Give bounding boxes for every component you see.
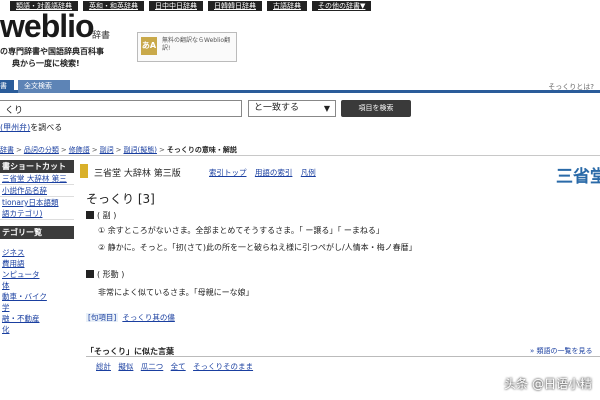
similar-words-list: 総計 擬似 瓜二つ 全て そっくりそのまま [96,361,258,372]
similar-word-link[interactable]: 擬似 [118,362,133,371]
related-phrase-link[interactable]: そっくり其の儘 [122,313,175,322]
related-phrase-label: [句項目] [86,313,119,322]
similar-words-more-link[interactable]: » 類語の一覧を見る [530,346,593,356]
publisher-logo[interactable]: 三省堂 [556,162,600,187]
sidebar-item-body[interactable]: 体 [0,280,74,291]
similar-word-link[interactable]: 全て [171,362,186,371]
tagline-line-1: の専門辞書や国語辞典百科事 [0,47,104,56]
match-mode-value: と一致する [254,103,300,113]
search-input[interactable]: くり [0,100,242,117]
suggestion-text: を調べる [30,123,63,132]
sidebar-item-computer[interactable]: ンピュータ [0,269,74,280]
sidebar-item-business[interactable]: ジネス [0,247,74,258]
translate-banner[interactable]: あA 無料の翻訳ならWeblio翻訳! [137,32,237,62]
dictionary-title: 三省堂 大辞林 第三版 [94,169,181,179]
about-link[interactable]: そっくりとは? [548,82,594,92]
tab-fulltext[interactable]: 全文検索 [18,80,70,93]
sidebar-item-novels[interactable]: 小説作品名辞 [0,185,74,197]
breadcrumb-dictionary[interactable]: 辞書 [0,146,14,154]
breadcrumb-pos[interactable]: 品詞の分類 [24,146,59,154]
dictionary-marker [80,164,88,178]
sidebar-category-heading: テゴリー覧 [0,226,74,239]
translate-text: 無料の翻訳ならWeblio翻訳! [162,37,231,52]
section-adjectival-verb: ( 形動 ) [86,269,124,280]
sidebar-item-culture[interactable]: 化 [0,324,74,335]
dictionary-header: 三省堂 大辞林 第三版 索引トップ 用語の索引 凡例 三省堂 [80,162,600,187]
search-button[interactable]: 項目を検索 [341,100,411,117]
site-logo-sub: 辞書 [92,31,111,41]
nav-tab-korean[interactable]: 日韓韓日辞典 [208,1,262,11]
nav-tab-classical[interactable]: 古語辞典 [267,1,307,11]
definition-1: ① 余すところがないさま。全部まとめてそうするさま。「 ー譲る」「 ーまねる」 [98,226,384,235]
square-bullet-icon [86,270,94,278]
sidebar-item-thesaurus[interactable]: tionary日本語類 [0,197,74,208]
nav-tab-chinese[interactable]: 日中中日辞典 [149,1,203,11]
headword: そっくり [3] [86,192,155,206]
similar-word-link[interactable]: 総計 [96,362,111,371]
search-row: くり と一致する ▼ 項目を検索 [0,98,600,118]
sidebar-item-finance[interactable]: 融・不動産 [0,313,74,324]
breadcrumb-adverb[interactable]: 副詞 [100,146,114,154]
sidebar-item-science[interactable]: 学 [0,302,74,313]
sidebar: 書ショートカット 三省堂 大辞林 第三 小説作品名辞 tionary日本語類 語… [0,160,74,400]
square-bullet-icon [86,211,94,219]
tagline-line-2: 典から一度に検索! [12,59,80,68]
similar-word-link[interactable]: 瓜二つ [141,362,164,371]
site-logo[interactable]: weblio [0,8,95,45]
breadcrumb: 辞書 > 品詞の分類 > 修飾語 > 副詞 > 副詞(擬態) > そっくりの意味・解説 [0,144,600,156]
match-mode-select[interactable]: と一致する ▼ [248,100,336,117]
tab-dictionary[interactable]: 書 [0,80,14,93]
suggestion: (甲州弁)を調べる [0,122,62,133]
translate-icon: あA [141,37,157,55]
sidebar-item-auto[interactable]: 動車・バイク [0,291,74,302]
sidebar-item-daijirin[interactable]: 三省堂 大辞林 第三 [0,173,74,185]
definition-2: ② 静かに。そっと。「扨(さて)此の所を一と破らねえ様に引つぺがし/人情本・梅ノ… [98,243,417,252]
dictionary-links: 索引トップ 用語の索引 凡例 [209,167,322,178]
section-adjectival-verb-label: ( 形動 ) [97,270,125,279]
definition-3: 非常によく似ているさま。「母親にーな娘」 [98,288,254,297]
legend-link[interactable]: 凡例 [301,168,316,177]
watermark: 头条 @日语小精 [504,377,592,391]
nav-tab-others[interactable]: その他の辞書▼ [312,1,372,11]
search-tab-bar: 書 全文検索 [0,80,600,93]
sidebar-shortcut-heading: 書ショートカット [0,160,74,173]
chevron-down-icon: ▼ [323,104,330,113]
term-index-link[interactable]: 用語の索引 [255,168,293,177]
index-top-link[interactable]: 索引トップ [209,168,247,177]
section-adverb-label: ( 副 ) [97,211,117,220]
breadcrumb-current: そっくりの意味・解説 [166,146,237,154]
similar-word-link[interactable]: そっくりそのまま [193,362,253,371]
breadcrumb-adverb-mimetic[interactable]: 副詞(擬態) [124,146,157,154]
section-adverb: ( 副 ) [86,210,116,221]
main-content: 三省堂 大辞林 第三版 索引トップ 用語の索引 凡例 三省堂 そっくり [3] … [80,160,600,400]
sidebar-item-category[interactable]: 語カテゴリ) [0,208,74,220]
sidebar-item-consumer[interactable]: 費用語 [0,258,74,269]
breadcrumb-modifier[interactable]: 修飾語 [69,146,90,154]
suggestion-link[interactable]: (甲州弁) [0,123,30,132]
related-phrase: [句項目] そっくり其の儘 [86,312,175,323]
divider [86,356,600,357]
